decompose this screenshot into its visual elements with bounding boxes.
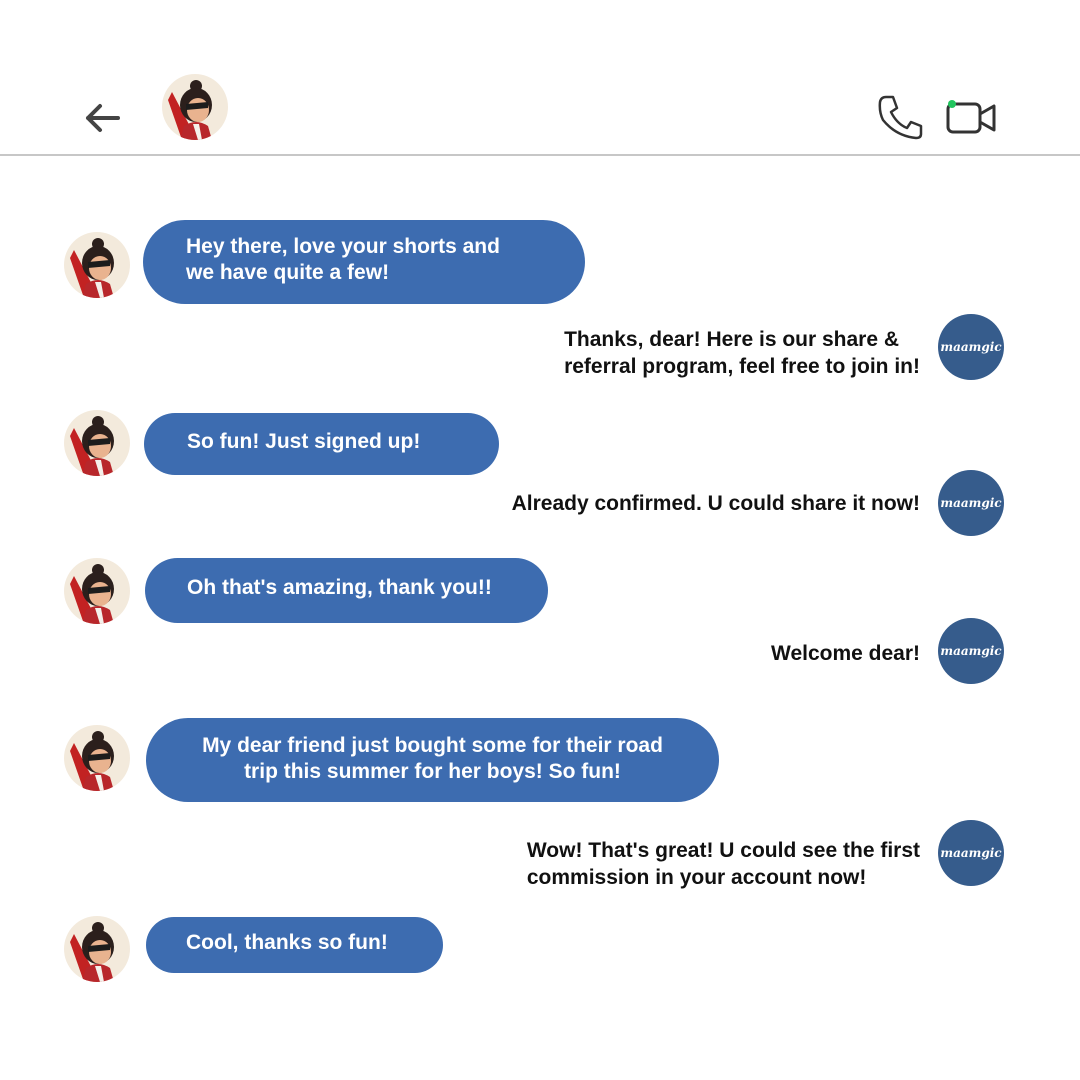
message-bubble-incoming: Hey there, love your shorts and we have … xyxy=(143,220,585,304)
message-outgoing: Already confirmed. U could share it now! xyxy=(511,492,920,515)
brand-avatar: maamgic xyxy=(938,820,1004,886)
brand-avatar: maamgic xyxy=(938,314,1004,380)
character-avatar-icon xyxy=(70,238,114,298)
phone-icon xyxy=(878,95,923,140)
character-avatar-icon xyxy=(70,416,114,476)
character-avatar-icon xyxy=(70,564,114,624)
video-call-button[interactable] xyxy=(944,98,1000,138)
call-button[interactable] xyxy=(876,94,924,140)
contact-avatar[interactable] xyxy=(162,74,228,140)
video-camera-icon xyxy=(946,100,996,134)
contact-avatar xyxy=(64,725,130,791)
chat-header xyxy=(0,0,1080,156)
brand-avatar: maamgic xyxy=(938,618,1004,684)
brand-avatar: maamgic xyxy=(938,470,1004,536)
back-button[interactable] xyxy=(82,100,122,136)
character-avatar-icon xyxy=(70,922,114,982)
message-outgoing: Wow! That's great! U could see the first… xyxy=(526,839,920,889)
message-outgoing: Welcome dear! xyxy=(771,642,920,665)
character-avatar-icon xyxy=(168,80,212,140)
message-bubble-incoming: Oh that's amazing, thank you!! xyxy=(145,558,548,623)
contact-avatar xyxy=(64,410,130,476)
online-status-dot xyxy=(948,100,956,108)
contact-avatar xyxy=(64,916,130,982)
arrow-left-icon xyxy=(86,104,120,132)
message-outgoing: Thanks, dear! Here is our share & referr… xyxy=(564,328,920,378)
message-bubble-incoming: Cool, thanks so fun! xyxy=(146,917,443,973)
contact-avatar xyxy=(64,558,130,624)
message-bubble-incoming: So fun! Just signed up! xyxy=(144,413,499,475)
contact-avatar xyxy=(64,232,130,298)
message-bubble-incoming: My dear friend just bought some for thei… xyxy=(146,718,719,802)
character-avatar-icon xyxy=(70,731,114,791)
